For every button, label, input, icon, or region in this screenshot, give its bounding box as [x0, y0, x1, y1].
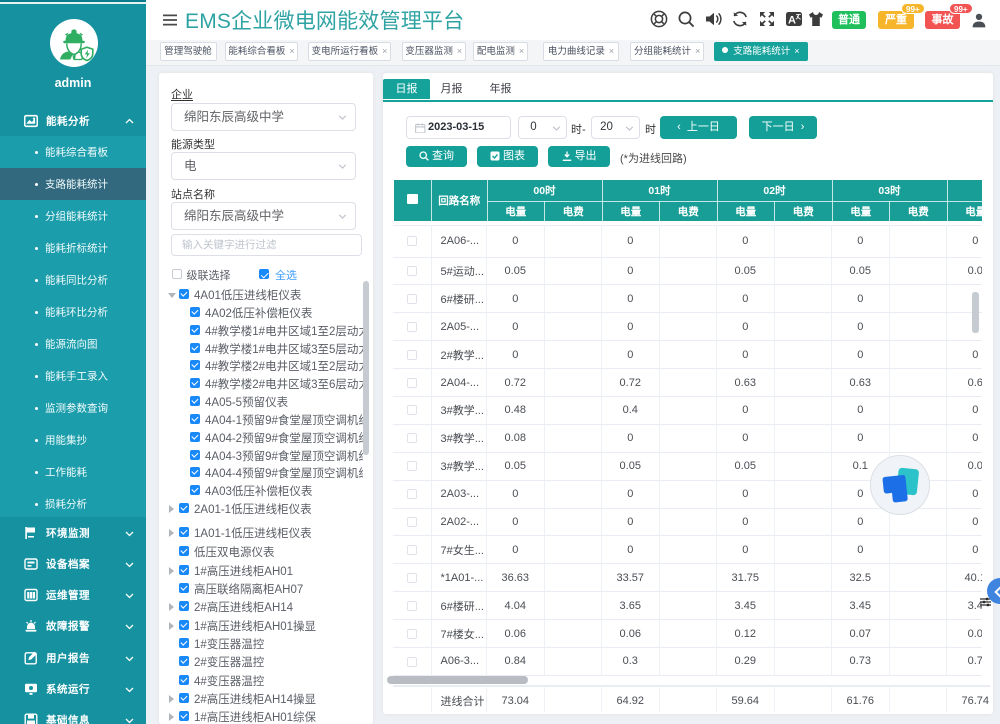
- svg-text:A: A: [788, 15, 796, 27]
